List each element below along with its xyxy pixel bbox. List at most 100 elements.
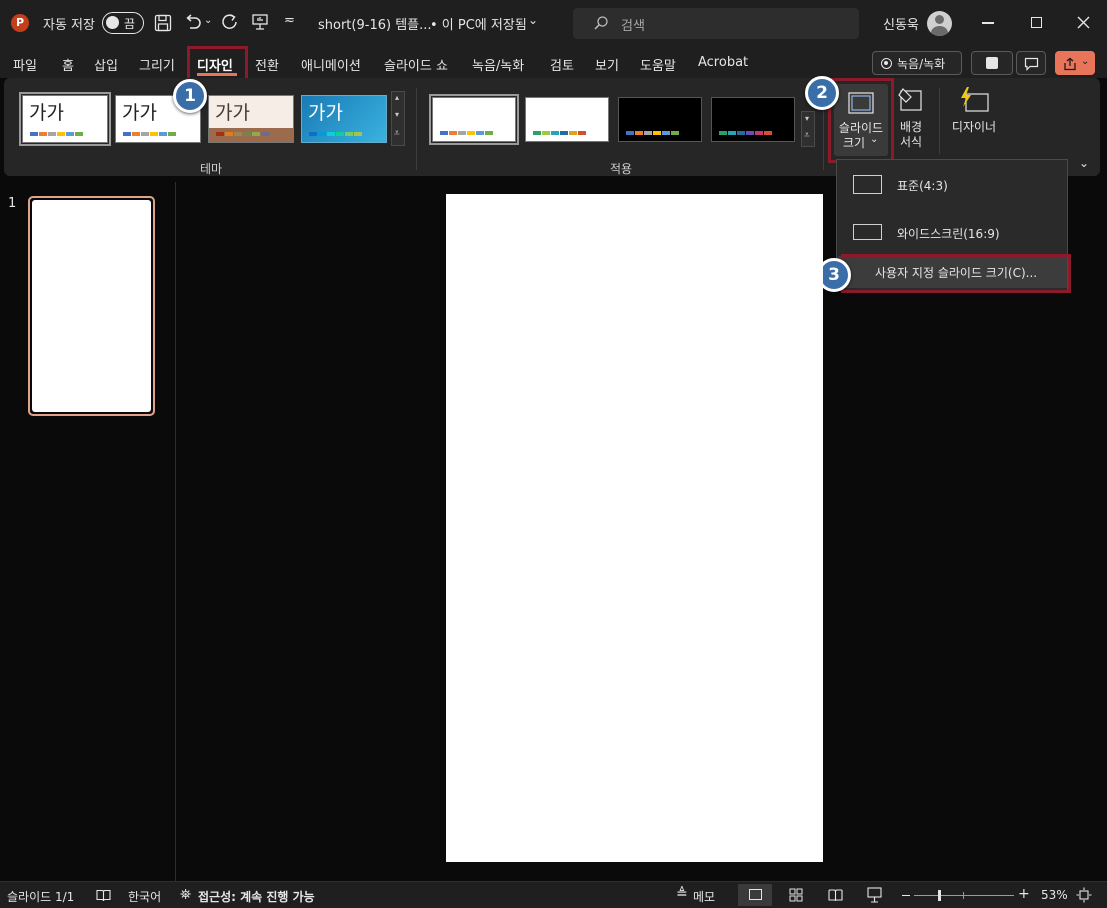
tab-acrobat[interactable]: Acrobat <box>698 55 748 70</box>
powerpoint-logo-icon: P <box>11 14 29 32</box>
close-icon[interactable] <box>1077 16 1090 29</box>
start-presentation-icon[interactable] <box>251 13 269 31</box>
group-divider <box>416 88 417 170</box>
variant-swatches <box>440 131 493 135</box>
slide-number: 1 <box>8 196 17 211</box>
toggle-knob <box>106 16 119 29</box>
search-placeholder: 검색 <box>621 19 645 34</box>
save-icon[interactable] <box>154 14 172 32</box>
menu-item-standard[interactable]: 표준(4:3) <box>837 160 1067 206</box>
variant-group-label: 적용 <box>610 162 633 176</box>
slide-sorter-icon[interactable] <box>789 888 803 902</box>
zoom-in-icon[interactable]: + <box>1018 887 1030 901</box>
normal-view-button[interactable] <box>738 884 772 906</box>
share-icon <box>1064 57 1076 71</box>
maximize-icon[interactable] <box>1031 17 1042 28</box>
tab-transitions[interactable]: 전환 <box>255 55 279 74</box>
highlight-custom-size <box>841 254 1071 293</box>
zoom-out-icon[interactable] <box>902 895 910 897</box>
slide-show-view-icon[interactable] <box>867 887 882 903</box>
tab-view[interactable]: 보기 <box>595 55 619 74</box>
designer-label: 디자이너 <box>951 120 997 134</box>
zoom-slider-thumb[interactable] <box>938 890 941 901</box>
title-bar: P 자동 저장 끔 ⌄ ≂ short(9-16) 템플... • 이 PC에 … <box>0 0 1107 46</box>
tab-animations[interactable]: 애니메이션 <box>301 55 361 74</box>
theme-thumb-4[interactable]: 가가 <box>301 95 387 143</box>
avatar-body <box>931 26 948 36</box>
theme-swatches <box>216 132 269 136</box>
save-status[interactable]: • 이 PC에 저장됨 <box>430 14 527 33</box>
accessibility-status[interactable]: 접근성: 계속 진행 가능 <box>198 888 315 905</box>
autosave-toggle[interactable]: 끔 <box>102 12 144 34</box>
avatar[interactable] <box>927 11 952 36</box>
variant-swatches <box>533 131 586 135</box>
tab-slide-show[interactable]: 슬라이드 쇼 <box>384 55 448 74</box>
teams-button[interactable] <box>971 51 1013 75</box>
undo-dropdown-chevron-icon[interactable]: ⌄ <box>204 15 212 26</box>
theme-sample-text: 가가 <box>29 102 64 124</box>
slide-canvas[interactable] <box>446 194 823 862</box>
format-background-button[interactable]: 배경 서식 <box>894 84 928 154</box>
menu-item-widescreen[interactable]: 와이드스크린(16:9) <box>837 208 1067 254</box>
spell-check-book-icon[interactable] <box>96 889 111 902</box>
group-divider <box>939 88 940 154</box>
tab-file[interactable]: 파일 <box>13 55 37 74</box>
scroll-down-icon[interactable]: ▾ <box>395 110 399 119</box>
fit-to-window-icon[interactable] <box>1076 887 1092 903</box>
comment-icon <box>1024 57 1039 71</box>
save-status-chevron-icon[interactable]: ⌄ <box>528 13 538 27</box>
status-bar: 슬라이드 1/1 한국어 ⛯ 접근성: 계속 진행 가능 ≜ 메모 + 53% <box>0 881 1107 908</box>
widescreen-ratio-icon <box>853 224 882 240</box>
share-chevron-icon: ⌄ <box>1081 56 1090 67</box>
notes-button[interactable]: 메모 <box>693 888 715 905</box>
zoom-slider[interactable] <box>914 890 1014 901</box>
theme-swatches <box>123 132 176 136</box>
undo-icon[interactable] <box>184 13 202 31</box>
zoom-slider-center-tick <box>963 892 964 899</box>
theme-gallery-scroll[interactable]: ▴ ▾ ⩡ <box>391 91 405 146</box>
theme-swatches <box>30 132 83 136</box>
step-badge-2: 2 <box>805 76 839 110</box>
variant-thumb-1[interactable] <box>429 94 519 145</box>
record-button[interactable]: 녹음/녹화 <box>872 51 962 75</box>
search-box[interactable]: 검색 <box>573 8 859 39</box>
slide-count: 슬라이드 1/1 <box>7 890 75 904</box>
tab-review[interactable]: 검토 <box>550 55 574 74</box>
zoom-level[interactable]: 53% <box>1041 888 1068 902</box>
collapse-ribbon-chevron-icon[interactable]: ⌄ <box>1079 156 1089 170</box>
variant-thumb-3[interactable] <box>618 97 702 142</box>
standard-ratio-icon <box>853 175 882 194</box>
slide-thumbnail[interactable] <box>28 196 155 416</box>
slide-thumbnail-page <box>32 200 151 412</box>
comments-button[interactable] <box>1016 51 1046 75</box>
variant-thumb-2[interactable] <box>525 97 609 142</box>
gallery-more-icon[interactable]: ⩡ <box>804 130 810 141</box>
teams-icon <box>986 57 998 69</box>
tab-home[interactable]: 홈 <box>62 55 74 74</box>
tab-record[interactable]: 녹음/녹화 <box>472 55 524 74</box>
background-label-2: 서식 <box>899 135 923 149</box>
reading-view-icon[interactable] <box>828 888 843 902</box>
designer-button[interactable]: 디자이너 <box>946 84 1002 144</box>
gallery-more-icon[interactable]: ⩡ <box>394 128 400 139</box>
record-icon <box>881 58 892 69</box>
variant-gallery-scroll[interactable]: ▾ ⩡ <box>801 111 815 147</box>
variant-swatches <box>719 131 772 135</box>
share-button[interactable]: ⌄ <box>1055 51 1095 75</box>
scroll-up-icon[interactable]: ▴ <box>395 93 399 102</box>
autosave-label: 자동 저장 <box>43 18 95 33</box>
minimize-icon[interactable] <box>982 22 994 24</box>
customize-toolbar-icon[interactable]: ≂ <box>284 13 295 28</box>
scroll-down-icon[interactable]: ▾ <box>805 114 809 123</box>
theme-sample-text: 가가 <box>308 102 343 124</box>
redo-icon[interactable] <box>221 13 239 31</box>
user-name[interactable]: 신동욱 <box>883 14 919 33</box>
tab-draw[interactable]: 그리기 <box>139 55 175 74</box>
variant-thumb-4[interactable] <box>711 97 795 142</box>
format-background-icon <box>898 88 922 111</box>
theme-thumb-3[interactable]: 가가 <box>208 95 294 143</box>
tab-insert[interactable]: 삽입 <box>94 55 118 74</box>
language[interactable]: 한국어 <box>128 888 161 905</box>
tab-help[interactable]: 도움말 <box>640 55 676 74</box>
theme-thumb-1[interactable]: 가가 <box>19 92 111 146</box>
